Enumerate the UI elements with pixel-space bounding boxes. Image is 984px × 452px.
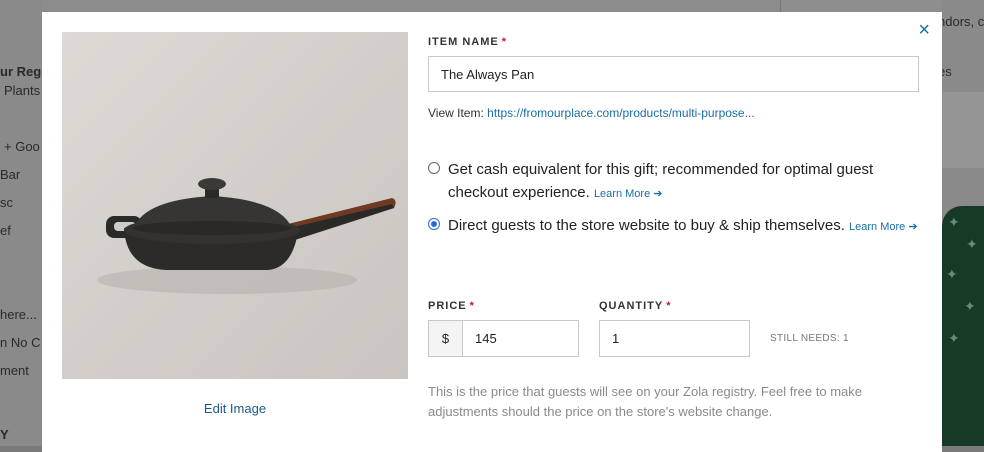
bg-text: here... bbox=[0, 307, 37, 322]
background-block bbox=[942, 92, 984, 168]
price-label: PRICE * bbox=[428, 300, 475, 312]
bg-text: Bar bbox=[0, 167, 21, 182]
option-direct-to-store[interactable]: Direct guests to the store website to bu… bbox=[428, 214, 918, 239]
radio-cash-equivalent[interactable] bbox=[428, 162, 440, 174]
required-mark: * bbox=[501, 36, 508, 48]
quantity-label-text: QUANTITY bbox=[599, 300, 664, 312]
view-item-label: View Item: bbox=[428, 106, 484, 120]
bg-text: n No C bbox=[0, 335, 41, 350]
quantity-input[interactable]: 1 bbox=[599, 320, 750, 357]
option-cash-equivalent[interactable]: Get cash equivalent for this gift; recom… bbox=[428, 158, 918, 206]
view-item-row: View Item: https://fromourplace.com/prod… bbox=[428, 106, 755, 120]
learn-more-link[interactable]: Learn More ➔ bbox=[849, 221, 918, 233]
required-mark: * bbox=[469, 300, 475, 312]
item-name-input[interactable]: The Always Pan bbox=[428, 56, 919, 92]
background-right-column: ndors, c es ✦ ✦ ✦ ✦ ✦ bbox=[942, 0, 984, 446]
option-direct-to-store-text: Direct guests to the store website to bu… bbox=[448, 214, 918, 239]
option-cash-equivalent-text: Get cash equivalent for this gift; recom… bbox=[448, 158, 918, 206]
edit-image-link[interactable]: Edit Image bbox=[62, 401, 408, 416]
required-mark: * bbox=[666, 300, 672, 312]
price-label-text: PRICE bbox=[428, 300, 467, 312]
item-name-label-text: ITEM NAME bbox=[428, 36, 499, 48]
product-image bbox=[62, 32, 408, 379]
bg-text: ment bbox=[0, 363, 29, 378]
price-field[interactable]: $ 145 bbox=[428, 320, 579, 357]
view-item-link[interactable]: https://fromourplace.com/products/multi-… bbox=[487, 106, 754, 120]
bg-text: ef bbox=[0, 223, 11, 238]
edit-item-modal: × Edit Image ITEM NAME* The Always Pan bbox=[42, 12, 942, 452]
radio-direct-to-store[interactable] bbox=[428, 218, 440, 230]
item-name-label: ITEM NAME * bbox=[428, 36, 507, 48]
bg-text: Plants bbox=[4, 83, 41, 98]
price-input[interactable]: 145 bbox=[463, 321, 578, 356]
bg-text: ndors, c bbox=[942, 14, 984, 29]
background-pattern-image: ✦ ✦ ✦ ✦ ✦ bbox=[942, 206, 984, 446]
bg-text: + Goo bbox=[4, 139, 40, 154]
close-icon[interactable]: × bbox=[918, 20, 930, 40]
learn-more-link[interactable]: Learn More ➔ bbox=[594, 188, 663, 200]
still-needs-label: STILL NEEDS: 1 bbox=[770, 333, 849, 344]
bg-text: es bbox=[942, 64, 952, 79]
bg-text: sc bbox=[0, 195, 13, 210]
price-help-text: This is the price that guests will see o… bbox=[428, 384, 862, 419]
background-left-column: ur Regis Plants + Goo Bar sc ef here... … bbox=[0, 0, 42, 446]
currency-symbol: $ bbox=[429, 321, 463, 356]
option-direct-label: Direct guests to the store website to bu… bbox=[448, 217, 845, 234]
bg-text: Y bbox=[0, 427, 9, 442]
pan-illustration bbox=[97, 178, 396, 294]
quantity-label: QUANTITY * bbox=[599, 300, 672, 312]
bg-text: ur Regis bbox=[0, 64, 42, 79]
